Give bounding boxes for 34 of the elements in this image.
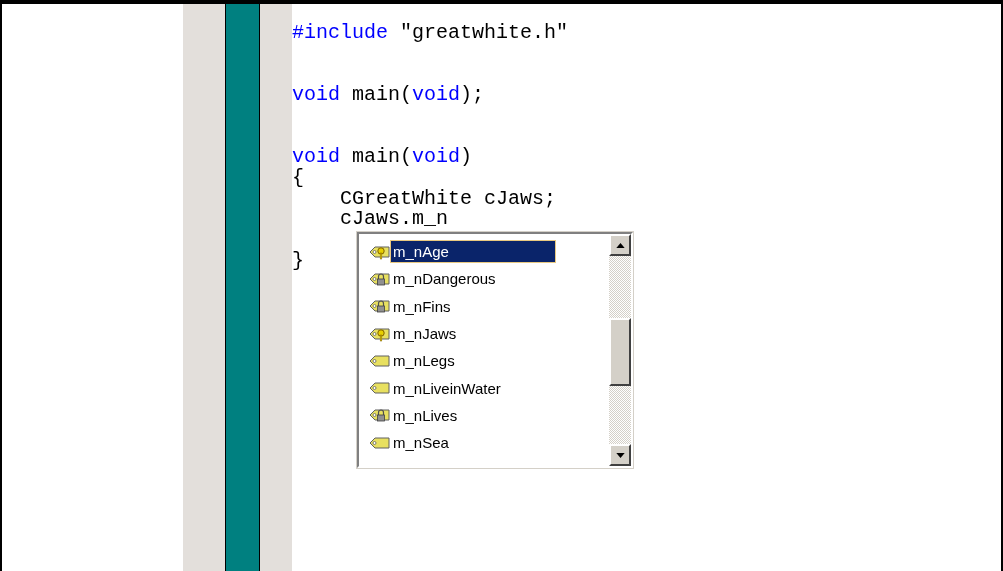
keyword-text: #include bbox=[292, 21, 388, 44]
tag-lock-icon bbox=[369, 298, 391, 315]
completion-item[interactable]: m_nSea bbox=[391, 432, 451, 454]
tag-lock-icon bbox=[369, 270, 391, 287]
code-text: ) bbox=[460, 145, 473, 169]
keyword-text: void bbox=[292, 83, 340, 107]
code-text: main( bbox=[351, 83, 413, 107]
tag-lock-icon bbox=[369, 407, 391, 424]
tag-icon bbox=[369, 434, 391, 451]
tag-key-icon bbox=[369, 325, 391, 342]
keyword-text: void bbox=[412, 145, 461, 169]
keyword-text: void bbox=[412, 83, 461, 107]
code-text: CGreatWhite cJaws; bbox=[339, 186, 557, 210]
completion-item[interactable]: m_nLiveinWater bbox=[391, 377, 503, 399]
code-text: main( bbox=[351, 145, 413, 169]
tag-key-icon bbox=[369, 243, 391, 260]
completion-item[interactable]: m_nAge bbox=[391, 241, 555, 263]
scroll-up-button[interactable] bbox=[609, 234, 631, 256]
code-text: ); bbox=[460, 83, 485, 107]
completion-item[interactable]: m_nLegs bbox=[391, 350, 457, 372]
tag-icon bbox=[369, 380, 391, 397]
tag-icon bbox=[369, 352, 391, 369]
code-text: cJaws.m_n bbox=[339, 207, 449, 231]
code-text: } bbox=[292, 248, 304, 272]
scroll-thumb[interactable] bbox=[609, 318, 631, 386]
completion-item[interactable]: m_nJaws bbox=[391, 323, 459, 345]
completion-item[interactable]: m_nLives bbox=[391, 404, 460, 426]
completion-item[interactable]: m_nDangerous bbox=[391, 268, 498, 290]
down-arrow-icon bbox=[615, 452, 625, 458]
code-text: "greatwhite.h" bbox=[399, 21, 569, 44]
scrollbar[interactable] bbox=[609, 234, 631, 466]
scroll-down-button[interactable] bbox=[609, 444, 631, 466]
up-arrow-icon bbox=[615, 242, 625, 248]
completion-item[interactable]: m_nFins bbox=[391, 295, 453, 317]
